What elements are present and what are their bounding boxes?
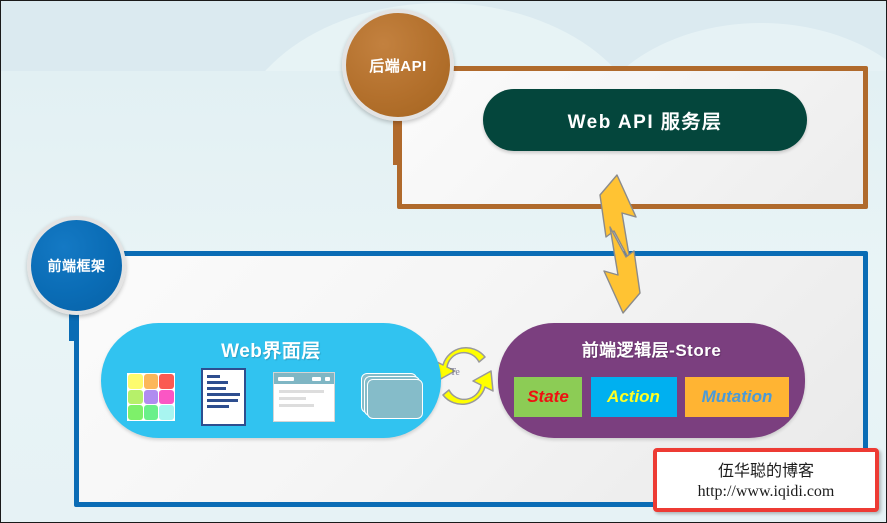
web-ui-layer[interactable]: Web界面层 [101, 323, 441, 438]
puzzle-piece [159, 374, 174, 389]
diagram-canvas: Web API 服务层 Te Web界面层 前端逻辑层-Store State … [0, 0, 887, 523]
puzzle-piece [159, 389, 174, 405]
store-layer[interactable]: 前端逻辑层-Store State Action Mutation [498, 323, 805, 438]
puzzle-piece [128, 405, 143, 420]
browser-content [274, 384, 334, 413]
browser-line [278, 390, 324, 393]
store-box-mutation[interactable]: Mutation [685, 377, 789, 417]
doc-line [207, 381, 228, 384]
puzzle-piece [143, 374, 159, 389]
watermark-blog-name: 伍华聪的博客 [717, 461, 814, 480]
store-box-row: State Action Mutation [514, 377, 789, 417]
puzzle-piece [159, 405, 174, 420]
puzzle-icon [127, 373, 175, 421]
puzzle-piece [143, 389, 159, 405]
web-ui-layer-title: Web界面层 [221, 341, 321, 362]
watermark-box: 伍华聪的博客 http://www.iqidi.com [653, 448, 879, 512]
browser-line [278, 404, 314, 407]
browser-tab [325, 376, 330, 381]
backend-api-badge[interactable]: 后端API [342, 9, 454, 121]
puzzle-piece [128, 389, 143, 405]
store-box-state[interactable]: State [514, 377, 582, 417]
doc-line [207, 387, 227, 390]
frontend-framework-badge[interactable]: 前端框架 [27, 216, 126, 315]
store-layer-title: 前端逻辑层-Store [581, 341, 722, 360]
browser-line [278, 397, 307, 400]
card-layer [366, 379, 423, 419]
watermark-url: http://www.iqidi.com [697, 483, 835, 500]
browser-tab [277, 376, 295, 381]
stacked-cards-icon [360, 373, 423, 421]
cycle-label: Te [450, 367, 460, 378]
browser-titlebar [273, 373, 334, 384]
bidirectional-lightning-arrow [584, 173, 656, 315]
document-icon [201, 368, 247, 426]
puzzle-piece [128, 374, 143, 389]
doc-line [207, 399, 238, 402]
doc-line [207, 405, 230, 408]
web-ui-icon-row [127, 368, 423, 426]
browser-tab [312, 376, 322, 381]
store-box-action[interactable]: Action [590, 377, 677, 417]
puzzle-piece [143, 405, 159, 420]
browser-window-icon [272, 372, 335, 422]
doc-line [207, 375, 220, 378]
web-api-service-layer[interactable]: Web API 服务层 [483, 89, 807, 151]
doc-line [207, 393, 241, 396]
